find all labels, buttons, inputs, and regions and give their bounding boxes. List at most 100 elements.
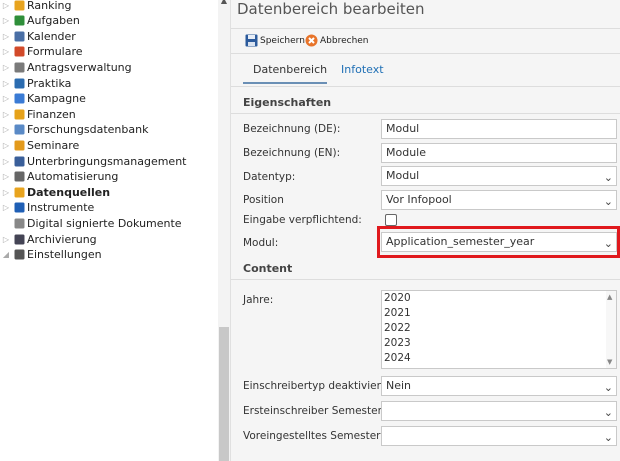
bezeichnung-en-input[interactable]: Module [381, 143, 617, 163]
sidebar-item-label: Seminare [27, 138, 80, 152]
expand-toggle-icon[interactable]: ◢ [1, 250, 11, 259]
sidebar-item-label: Unterbringungsmanagement [27, 154, 187, 168]
finance-icon [13, 108, 25, 120]
sidebar-item-label: Formulare [27, 45, 83, 59]
sidebar-item[interactable]: ▷ Datenquellen [0, 184, 110, 200]
gear-icon [13, 171, 25, 183]
sidebar-item[interactable]: ▷ Seminare [0, 137, 79, 153]
jahre-option[interactable]: 2020 [382, 291, 616, 306]
jahre-option[interactable]: 2023 [382, 336, 616, 351]
tasks-icon [13, 15, 25, 27]
jahre-scrollbar[interactable]: ▲ ▼ [606, 291, 616, 368]
jahre-option[interactable]: 2022 [382, 321, 616, 336]
sidebar-item-label: Kampagne [27, 92, 86, 106]
datasource-icon [13, 186, 25, 198]
sidebar-item-label: Forschungsdatenbank [27, 123, 149, 137]
expand-toggle-icon[interactable]: ▷ [1, 188, 11, 197]
seminar-icon [13, 139, 25, 151]
expand-toggle-icon[interactable]: ▷ [1, 235, 11, 244]
datentyp-select[interactable]: Modul ⌄ [381, 166, 617, 186]
expand-toggle-icon[interactable]: ▷ [1, 157, 11, 166]
tab-datenbereich[interactable]: Datenbereich [253, 63, 327, 76]
sidebar-item[interactable]: ▷ Finanzen [0, 106, 76, 122]
chevron-down-icon: ⌄ [603, 406, 613, 419]
chevron-down-icon: ⌄ [603, 195, 613, 208]
expand-toggle-icon[interactable]: ▷ [1, 32, 11, 41]
save-button[interactable]: Speichern [245, 34, 305, 47]
einschreibertyp-select[interactable]: Nein ⌄ [381, 376, 617, 396]
bezeichnung-en-label: Bezeichnung (EN): [243, 147, 341, 159]
sidebar-item-label: Digital signierte Dokumente [27, 216, 182, 230]
main-panel: Datenbereich bearbeiten Speichern Abbrec… [230, 0, 620, 461]
sidebar-item[interactable]: ▷ Automatisierung [0, 169, 118, 185]
eingabe-verpflichtend-label: Eingabe verpflichtend: [243, 214, 362, 226]
chevron-down-icon: ⌄ [603, 171, 613, 184]
sidebar-item-label: Praktika [27, 76, 72, 90]
forms-icon [13, 46, 25, 58]
modul-label: Modul: [243, 237, 279, 249]
sidebar-navigation: ◢Einstellungen▷Archivierung▷Digital sign… [0, 0, 230, 461]
sidebar-item-label: Einstellungen [27, 248, 102, 262]
bezeichnung-de-label: Bezeichnung (DE): [243, 123, 341, 135]
sidebar-item[interactable]: ▷ Forschungsdatenbank [0, 122, 149, 138]
divider [231, 279, 620, 280]
cancel-icon [305, 34, 318, 47]
archive-icon [13, 233, 25, 245]
tab-bar: Datenbereich Infotext [231, 60, 620, 84]
jahre-listbox[interactable]: 2020 2021 2022 2023 2024 ▲ ▼ [381, 290, 617, 369]
sidebar-item[interactable]: ▷ Praktika [0, 75, 71, 91]
divider [231, 86, 620, 87]
expand-toggle-icon[interactable]: ▷ [1, 110, 11, 119]
position-select[interactable]: Vor Infopool ⌄ [381, 190, 617, 210]
sidebar-item[interactable]: ◢ Einstellungen [0, 247, 102, 263]
eingabe-verpflichtend-checkbox[interactable] [385, 214, 397, 226]
highlight-box [377, 226, 620, 258]
divider [231, 113, 620, 114]
sidebar-scrollbar-thumb[interactable] [219, 327, 229, 461]
expand-toggle-icon[interactable]: ▷ [1, 63, 11, 72]
sidebar-item[interactable]: ▷ Ranking [0, 0, 72, 13]
sidebar-item[interactable]: ▷ Unterbringungsmanagement [0, 153, 187, 169]
cancel-button[interactable]: Abbrechen [305, 34, 369, 47]
jahre-option[interactable]: 2024 [382, 351, 616, 366]
expand-toggle-icon[interactable]: ▷ [1, 125, 11, 134]
sidebar-item-label: Archivierung [27, 232, 97, 246]
voreingestellt-select[interactable]: ⌄ [381, 426, 617, 446]
expand-toggle-icon[interactable]: ▷ [1, 47, 11, 56]
housing-icon [13, 155, 25, 167]
expand-toggle-icon[interactable]: ▷ [1, 172, 11, 181]
datentyp-value: Modul [386, 169, 420, 182]
sidebar-item[interactable]: ▷ Aufgaben [0, 13, 80, 29]
section-heading-eigenschaften: Eigenschaften [243, 96, 332, 109]
expand-toggle-icon[interactable]: ▷ [1, 141, 11, 150]
internships-icon [13, 77, 25, 89]
jahre-option[interactable]: 2021 [382, 306, 616, 321]
expand-toggle-icon[interactable]: ▷ [1, 79, 11, 88]
position-value: Vor Infopool [386, 193, 452, 206]
position-label: Position [243, 194, 284, 206]
expand-toggle-icon[interactable]: ▷ [1, 16, 11, 25]
scroll-down-icon[interactable]: ▼ [607, 358, 612, 366]
bezeichnung-de-input[interactable]: Modul [381, 119, 617, 139]
instruments-icon [13, 202, 25, 214]
sidebar-item[interactable]: ▷ Kalender [0, 28, 76, 44]
applications-icon [13, 61, 25, 73]
sidebar-item[interactable]: ▷ Archivierung [0, 231, 97, 247]
scroll-up-icon[interactable]: ▲ [607, 293, 612, 301]
expand-toggle-icon[interactable]: ▷ [1, 94, 11, 103]
research-icon [13, 124, 25, 136]
section-heading-content: Content [243, 262, 293, 275]
expand-toggle-icon[interactable]: ▷ [1, 1, 11, 10]
sidebar-item[interactable]: ▷ Instrumente [0, 200, 94, 216]
tab-infotext[interactable]: Infotext [341, 63, 384, 76]
page-title: Datenbereich bearbeiten [237, 0, 425, 18]
scroll-up-arrow-icon[interactable]: ▲ [219, 0, 229, 5]
expand-toggle-icon[interactable]: ▷ [1, 203, 11, 212]
ersteinschreiber-select[interactable]: ⌄ [381, 401, 617, 421]
sidebar-item[interactable]: ▷Digital signierte Dokumente [0, 215, 182, 231]
sidebar-item[interactable]: ▷ Kampagne [0, 91, 86, 107]
sidebar-item[interactable]: ▷ Formulare [0, 44, 83, 60]
einschreibertyp-label: Einschreibertyp deaktiviert: [243, 380, 389, 392]
sidebar-item[interactable]: ▷ Antragsverwaltung [0, 59, 132, 75]
sidebar-item-label: Automatisierung [27, 170, 119, 184]
